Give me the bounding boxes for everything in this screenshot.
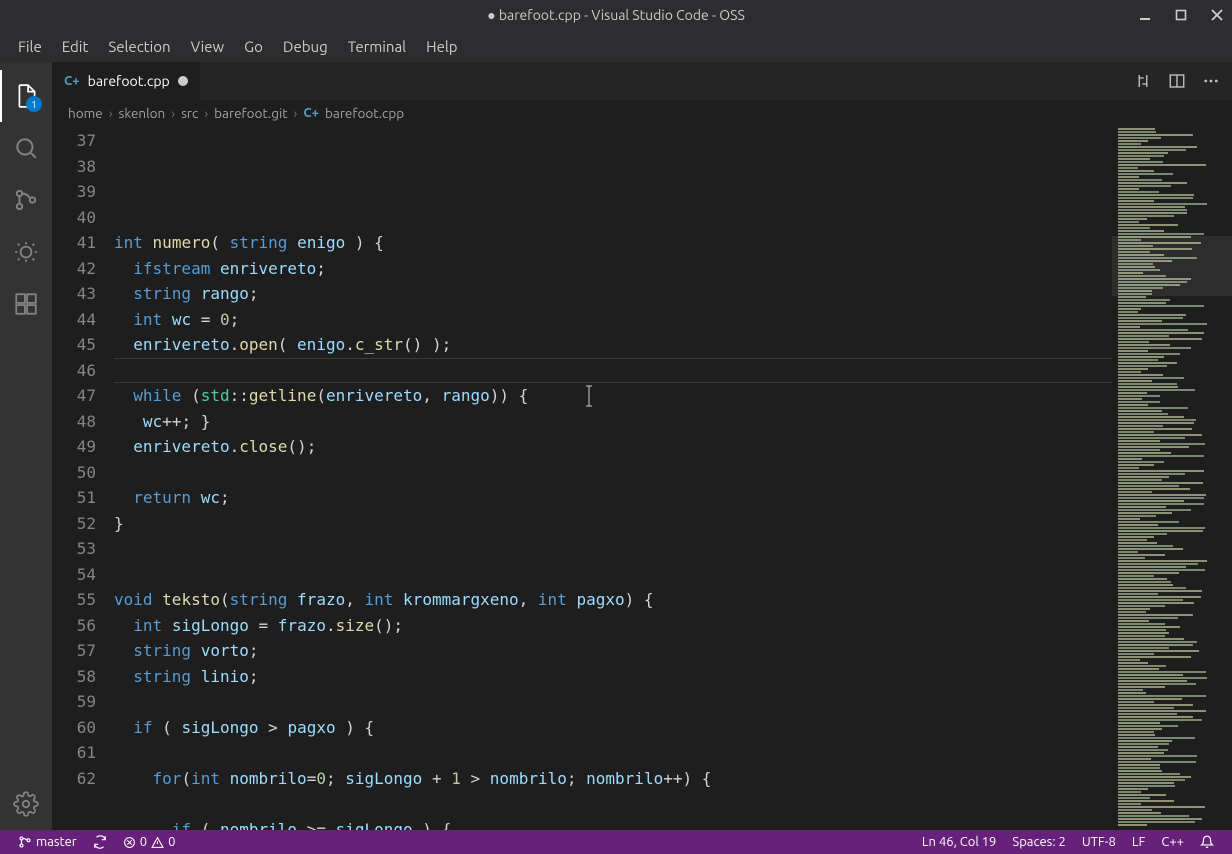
minimap-viewport[interactable] — [1112, 236, 1232, 296]
tab-bar: C+ barefoot.cpp — [52, 62, 1232, 100]
text-cursor-icon — [584, 334, 709, 458]
menu-help[interactable]: Help — [416, 34, 467, 59]
code-editor[interactable]: 3738394041424344454647484950515253545556… — [52, 126, 1112, 830]
status-feedback-icon[interactable] — [1192, 835, 1222, 849]
status-encoding[interactable]: UTF-8 — [1074, 835, 1124, 849]
breadcrumb-segment[interactable]: barefoot.cpp — [325, 105, 404, 121]
menu-selection[interactable]: Selection — [98, 34, 180, 59]
menu-terminal[interactable]: Terminal — [338, 34, 416, 59]
window-title: ● barefoot.cpp - Visual Studio Code - OS… — [487, 7, 745, 23]
branch-name: master — [36, 835, 77, 849]
activity-extensions-icon[interactable] — [0, 278, 52, 330]
window-close-icon[interactable] — [1210, 8, 1224, 22]
chevron-right-icon: › — [171, 105, 175, 121]
cpp-file-icon: C+ — [303, 106, 319, 120]
more-actions-icon[interactable] — [1202, 72, 1220, 90]
activitybar: 1 — [0, 62, 52, 830]
chevron-right-icon: › — [109, 105, 113, 121]
editor-area: C+ barefoot.cpp home › skenlon › s — [52, 62, 1232, 830]
code-content[interactable]: int numero( string enigo ) { ifstream en… — [114, 126, 1112, 830]
activity-settings-icon[interactable] — [0, 778, 52, 830]
activity-search-icon[interactable] — [0, 122, 52, 174]
split-editor-icon[interactable] — [1168, 72, 1186, 90]
compare-changes-icon[interactable] — [1134, 72, 1152, 90]
explorer-badge: 1 — [26, 96, 42, 112]
dirty-indicator-icon — [178, 76, 188, 86]
statusbar: master 0 0 Ln 46, Col 19 Spaces: 2 UTF-8… — [0, 830, 1232, 854]
menu-debug[interactable]: Debug — [273, 34, 338, 59]
status-indentation[interactable]: Spaces: 2 — [1004, 835, 1073, 849]
window-minimize-icon[interactable] — [1138, 8, 1152, 22]
window-titlebar: ● barefoot.cpp - Visual Studio Code - OS… — [0, 0, 1232, 30]
breadcrumb-segment[interactable]: home — [68, 105, 103, 121]
menu-file[interactable]: File — [8, 34, 52, 59]
tab-barefoot-cpp[interactable]: C+ barefoot.cpp — [52, 62, 201, 100]
breadcrumbs[interactable]: home › skenlon › src › barefoot.git › C+… — [52, 100, 1232, 126]
window-maximize-icon[interactable] — [1174, 8, 1188, 22]
breadcrumb-segment[interactable]: src — [181, 105, 198, 121]
chevron-right-icon: › — [204, 105, 208, 121]
activity-explorer-icon[interactable]: 1 — [0, 70, 52, 122]
menu-go[interactable]: Go — [234, 34, 273, 59]
cpp-file-icon: C+ — [64, 74, 80, 88]
editor-split: 3738394041424344454647484950515253545556… — [52, 126, 1232, 830]
breadcrumb-segment[interactable]: barefoot.git — [214, 105, 287, 121]
activity-source-control-icon[interactable] — [0, 174, 52, 226]
status-eol[interactable]: LF — [1124, 835, 1153, 849]
tab-label: barefoot.cpp — [88, 73, 170, 89]
status-language[interactable]: C++ — [1153, 835, 1192, 849]
chevron-right-icon: › — [294, 105, 298, 121]
warning-count: 0 — [168, 835, 175, 849]
status-branch[interactable]: master — [10, 835, 85, 849]
menu-view[interactable]: View — [181, 34, 235, 59]
status-problems[interactable]: 0 0 — [115, 835, 184, 849]
menu-edit[interactable]: Edit — [52, 34, 99, 59]
breadcrumb-segment[interactable]: skenlon — [119, 105, 166, 121]
activity-debug-icon[interactable] — [0, 226, 52, 278]
minimap[interactable] — [1112, 126, 1232, 830]
workbench: 1 C+ barefoot.cpp — [0, 62, 1232, 830]
menubar: File Edit Selection View Go Debug Termin… — [0, 30, 1232, 62]
status-sync[interactable] — [85, 835, 115, 849]
line-number-gutter: 3738394041424344454647484950515253545556… — [52, 126, 114, 830]
error-count: 0 — [140, 835, 147, 849]
status-cursor-position[interactable]: Ln 46, Col 19 — [914, 835, 1004, 849]
